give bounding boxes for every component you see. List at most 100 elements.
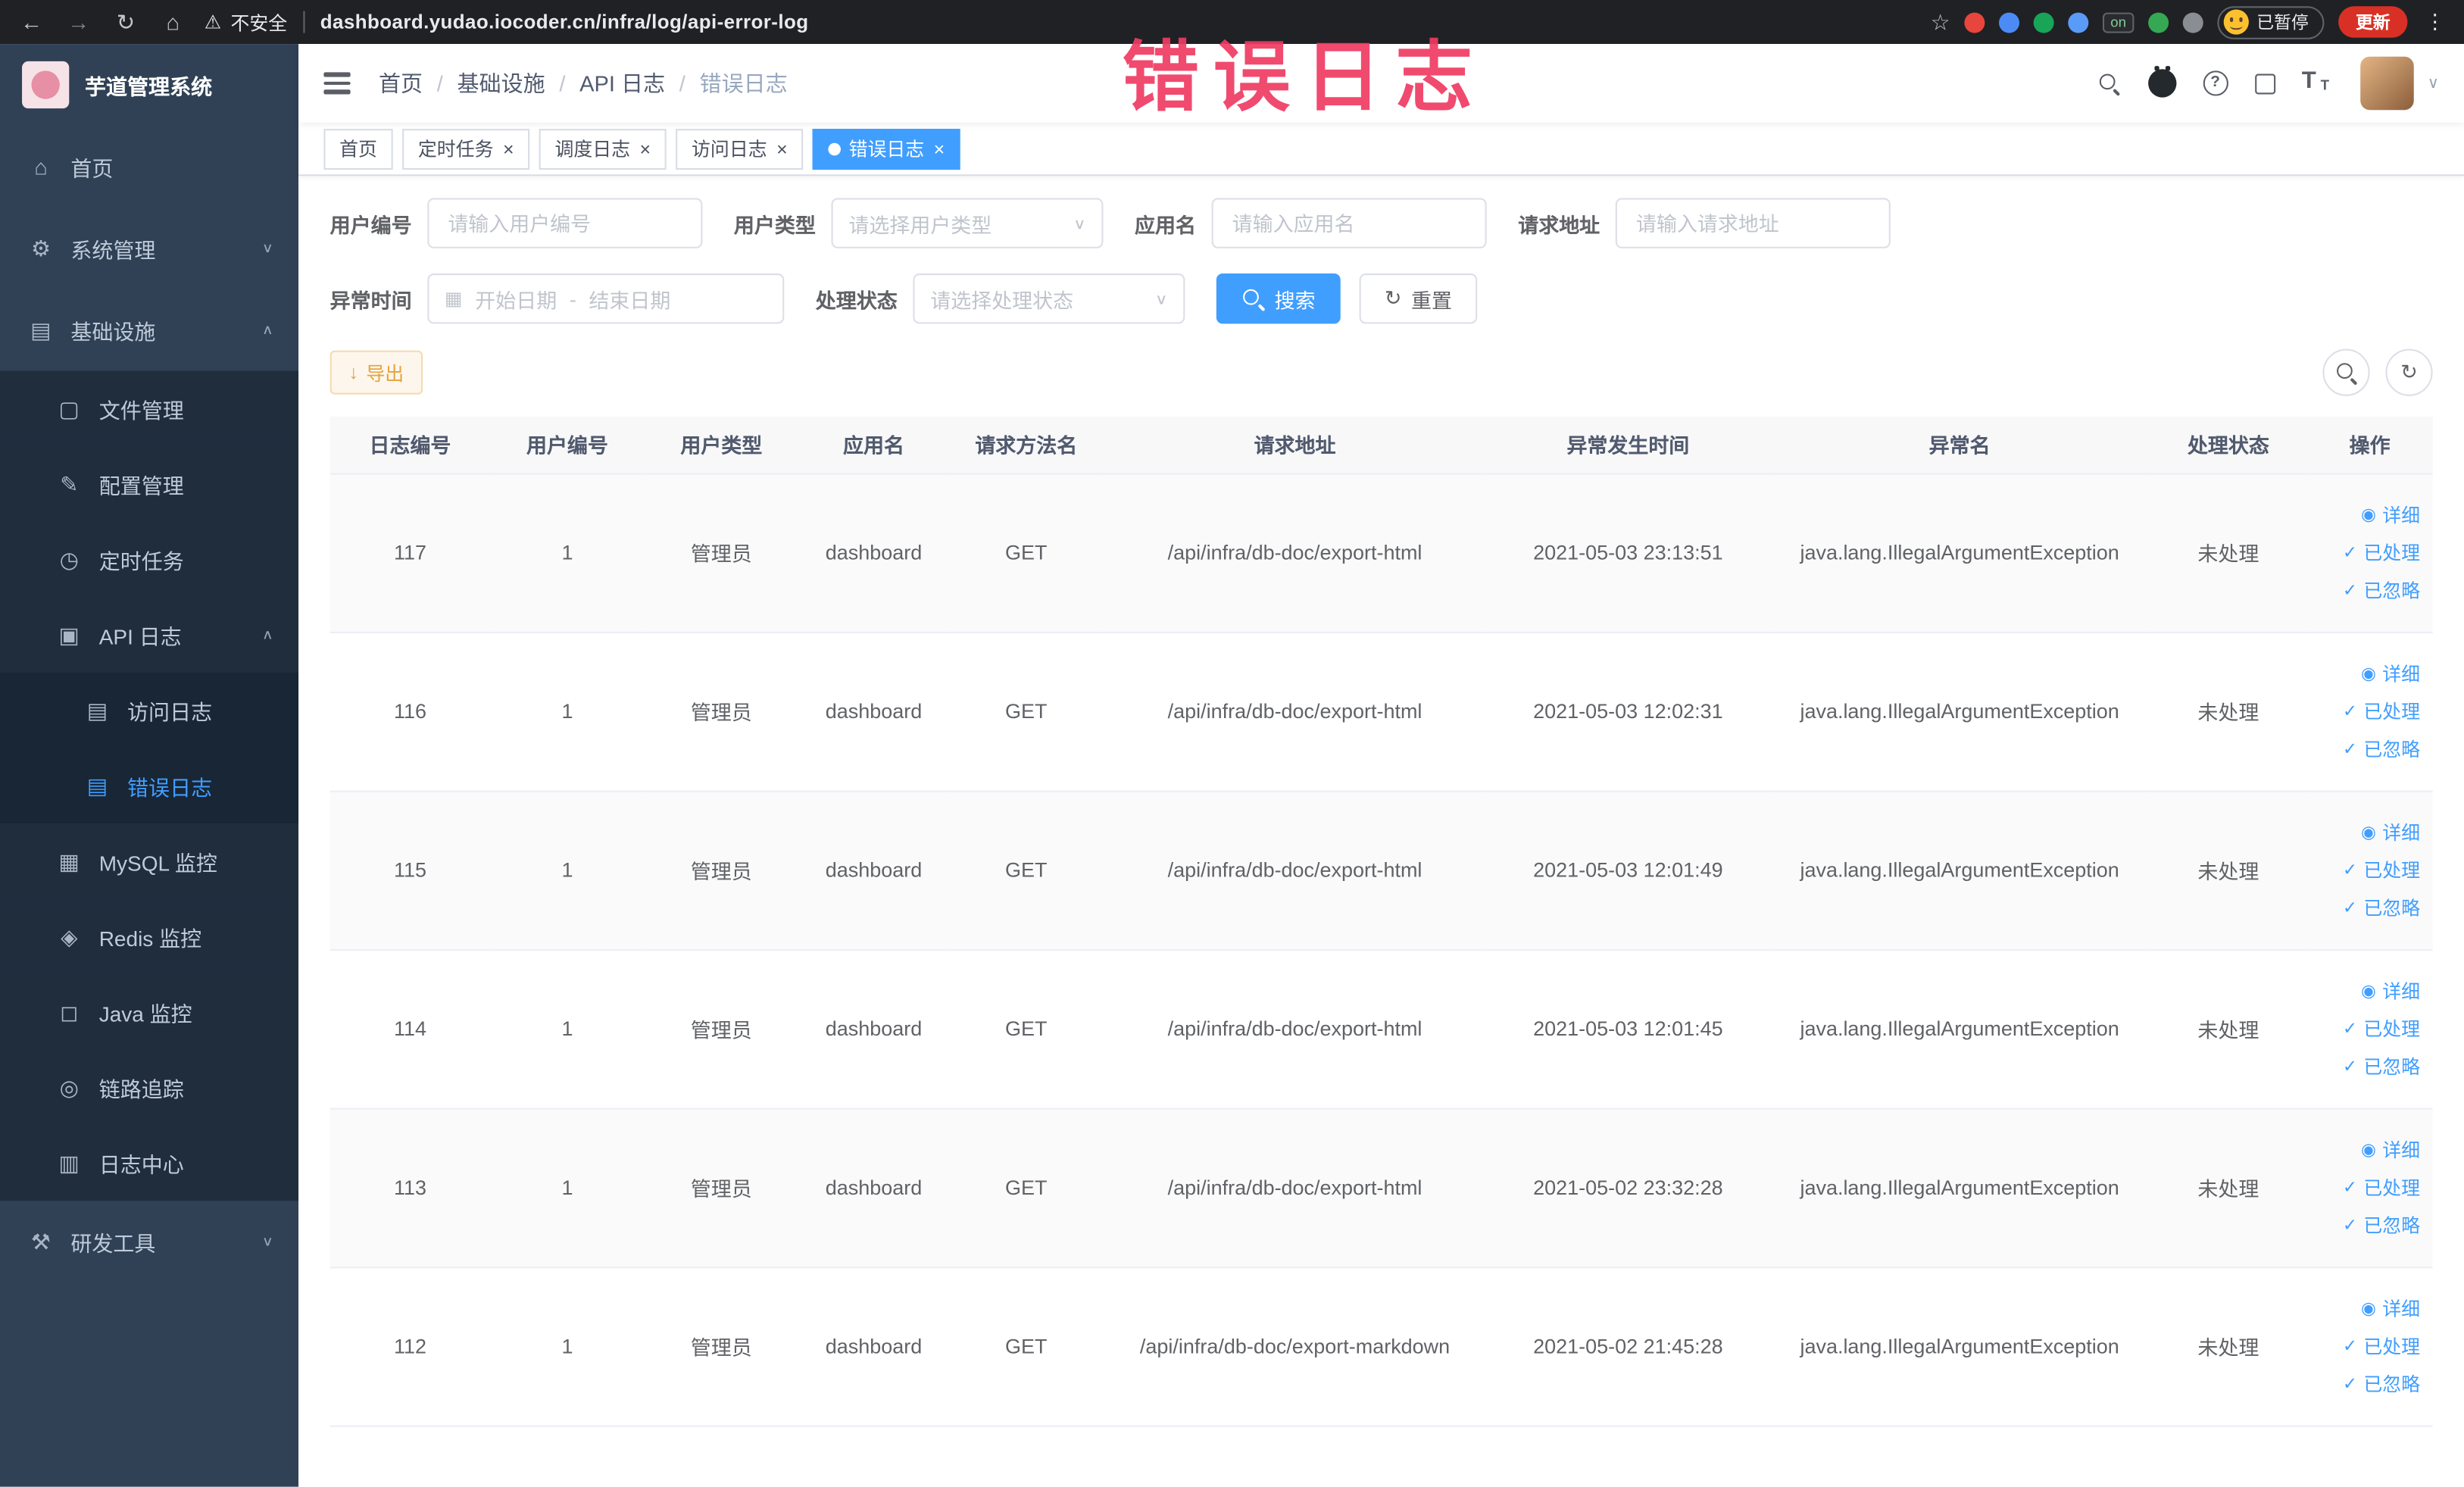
sidebar-item[interactable]: ⌂ 首页 [0, 126, 298, 208]
search-button[interactable]: 搜索 [1216, 273, 1341, 324]
extension-icon[interactable] [1998, 11, 2019, 33]
tab-close-icon[interactable]: × [501, 139, 514, 158]
refresh-button[interactable]: ↻ [2385, 348, 2433, 396]
table-row: 112 1 管理员 dashboard GET /api/infra/db-do… [329, 1267, 2433, 1426]
sidebar-item[interactable]: ▤ 基础设施 ∧ [0, 289, 298, 371]
sidebar-item[interactable]: ◻ Java 监控 [0, 974, 299, 1050]
breadcrumb-item[interactable]: 错误日志 [700, 67, 788, 98]
detail-link[interactable]: ◉ 详细 [2313, 1131, 2420, 1169]
ignored-link[interactable]: ✓ 已忽略 [2313, 730, 2420, 768]
avatar-caret-icon[interactable]: ∨ [2428, 75, 2439, 92]
tab[interactable]: 调度日志 × [539, 128, 667, 170]
tab[interactable]: 访问日志 × [676, 128, 804, 170]
breadcrumb-separator: / [679, 70, 685, 96]
extension-icon[interactable] [2068, 11, 2089, 33]
ignored-link[interactable]: ✓ 已忽略 [2313, 1048, 2420, 1086]
sidebar-item[interactable]: ▢ 文件管理 [0, 370, 299, 447]
table-row: 115 1 管理员 dashboard GET /api/infra/db-do… [329, 790, 2433, 951]
sidebar-item[interactable]: ▤ 访问日志 [0, 672, 299, 748]
processed-link[interactable]: ✓ 已处理 [2313, 1169, 2420, 1207]
process-status-select[interactable]: 请选择处理状态 ∨ [913, 273, 1185, 324]
column-header: 处理状态 [2150, 416, 2307, 474]
address-bar[interactable]: dashboard.yudao.iocoder.cn/infra/log/api… [320, 11, 809, 33]
tab-close-icon[interactable]: × [775, 139, 788, 158]
fullscreen-icon[interactable] [2254, 73, 2275, 94]
cell-user-id: 1 [490, 632, 645, 792]
help-icon[interactable] [2203, 70, 2228, 96]
column-header: 操作 [2306, 416, 2433, 474]
tab[interactable]: 首页 [323, 128, 393, 170]
app-logo[interactable]: 芋道管理系统 [0, 44, 298, 126]
extension-icon[interactable] [1964, 11, 1985, 33]
process-status-placeholder: 请选择处理状态 [930, 288, 1074, 312]
update-button[interactable]: 更新 [2338, 6, 2408, 38]
browser-menu-kebab-icon[interactable]: ⋮ [2422, 9, 2448, 34]
back-icon[interactable]: ← [16, 9, 47, 34]
hamburger-icon[interactable] [323, 72, 351, 95]
reset-button[interactable]: ↻ 重置 [1359, 273, 1478, 324]
sidebar-item[interactable]: ▣ API 日志 ∧ [0, 597, 299, 673]
tab[interactable]: 错误日志 × [812, 128, 960, 170]
ignored-link[interactable]: ✓ 已忽略 [2313, 1365, 2420, 1403]
breadcrumb-item[interactable]: 首页 [379, 67, 423, 98]
extension-icon[interactable] [2182, 11, 2203, 33]
font-size-icon[interactable] [2302, 67, 2333, 95]
request-url-input[interactable] [1615, 198, 1891, 248]
processed-link[interactable]: ✓ 已处理 [2313, 851, 2420, 889]
extension-on-badge[interactable]: on [2102, 11, 2135, 33]
ignored-link[interactable]: ✓ 已忽略 [2313, 889, 2420, 926]
extension-icon[interactable] [2033, 11, 2054, 33]
search-icon[interactable] [2097, 71, 2121, 95]
sidebar-item[interactable]: ⚙ 系统管理 ∨ [0, 208, 298, 289]
cell-app-name: dashboard [798, 632, 950, 792]
sidebar-item[interactable]: ▥ 日志中心 [0, 1125, 299, 1201]
logo-avatar [22, 61, 70, 109]
detail-link[interactable]: ◉ 详细 [2313, 496, 2420, 534]
paused-badge[interactable]: 已暂停 [2217, 5, 2325, 39]
tab-close-icon[interactable]: × [638, 139, 651, 158]
toggle-search-button[interactable] [2322, 348, 2370, 396]
sidebar-item[interactable]: ◈ Redis 监控 [0, 898, 299, 975]
tab[interactable]: 定时任务 × [402, 128, 530, 170]
app-name-input[interactable] [1211, 198, 1487, 248]
processed-link[interactable]: ✓ 已处理 [2313, 533, 2420, 571]
user-id-input[interactable] [427, 198, 703, 248]
browser-home-icon[interactable]: ⌂ [157, 9, 188, 34]
breadcrumb-item[interactable]: 基础设施 [458, 67, 545, 98]
processed-link[interactable]: ✓ 已处理 [2313, 692, 2420, 730]
reload-icon[interactable]: ↻ [110, 8, 141, 35]
cell-exception-name: java.lang.IllegalArgumentException [1769, 1107, 2150, 1268]
forward-icon[interactable]: → [63, 9, 94, 34]
sidebar-item[interactable]: ▤ 错误日志 [0, 748, 299, 824]
menu-label: 日志中心 [98, 1153, 184, 1177]
extension-icon[interactable] [2148, 11, 2169, 33]
user-avatar[interactable] [2359, 56, 2414, 111]
processed-link[interactable]: ✓ 已处理 [2313, 1327, 2420, 1365]
detail-link[interactable]: ◉ 详细 [2313, 814, 2420, 851]
sidebar-item[interactable]: ✎ 配置管理 [0, 446, 299, 522]
menu-label: 研发工具 [70, 1232, 156, 1256]
detail-link[interactable]: ◉ 详细 [2313, 1289, 2420, 1327]
check-icon: ✓ [2342, 1177, 2358, 1197]
sidebar-item[interactable]: ◎ 链路追踪 [0, 1049, 299, 1126]
sidebar-item[interactable]: ▦ MySQL 监控 [0, 823, 299, 899]
app-name-label: 应用名 [1134, 213, 1196, 237]
tab-close-icon[interactable]: × [932, 139, 945, 158]
chevron-icon: ∧ [261, 627, 273, 642]
sidebar-item[interactable]: ◷ 定时任务 [0, 521, 299, 598]
detail-link[interactable]: ◉ 详细 [2313, 654, 2420, 692]
ignored-link[interactable]: ✓ 已忽略 [2313, 571, 2420, 609]
processed-link[interactable]: ✓ 已处理 [2313, 1010, 2420, 1048]
date-range-picker[interactable]: ▦ 开始日期 - 结束日期 [427, 273, 785, 324]
menu-label: API 日志 [98, 625, 182, 649]
cell-log-id: 115 [329, 790, 491, 951]
breadcrumb-item[interactable]: API 日志 [579, 67, 665, 98]
bookmark-star-icon[interactable]: ☆ [1931, 8, 1950, 35]
github-icon[interactable] [2147, 66, 2176, 98]
sidebar-item[interactable]: ⚒ 研发工具 ∨ [0, 1201, 298, 1282]
security-badge[interactable]: ⚠ 不安全 [205, 8, 288, 35]
user-type-select[interactable]: 请选择用户类型 ∨ [831, 198, 1104, 248]
ignored-link[interactable]: ✓ 已忽略 [2313, 1206, 2420, 1244]
detail-link[interactable]: ◉ 详细 [2313, 972, 2420, 1010]
export-button[interactable]: ↓ 导出 [329, 350, 423, 395]
